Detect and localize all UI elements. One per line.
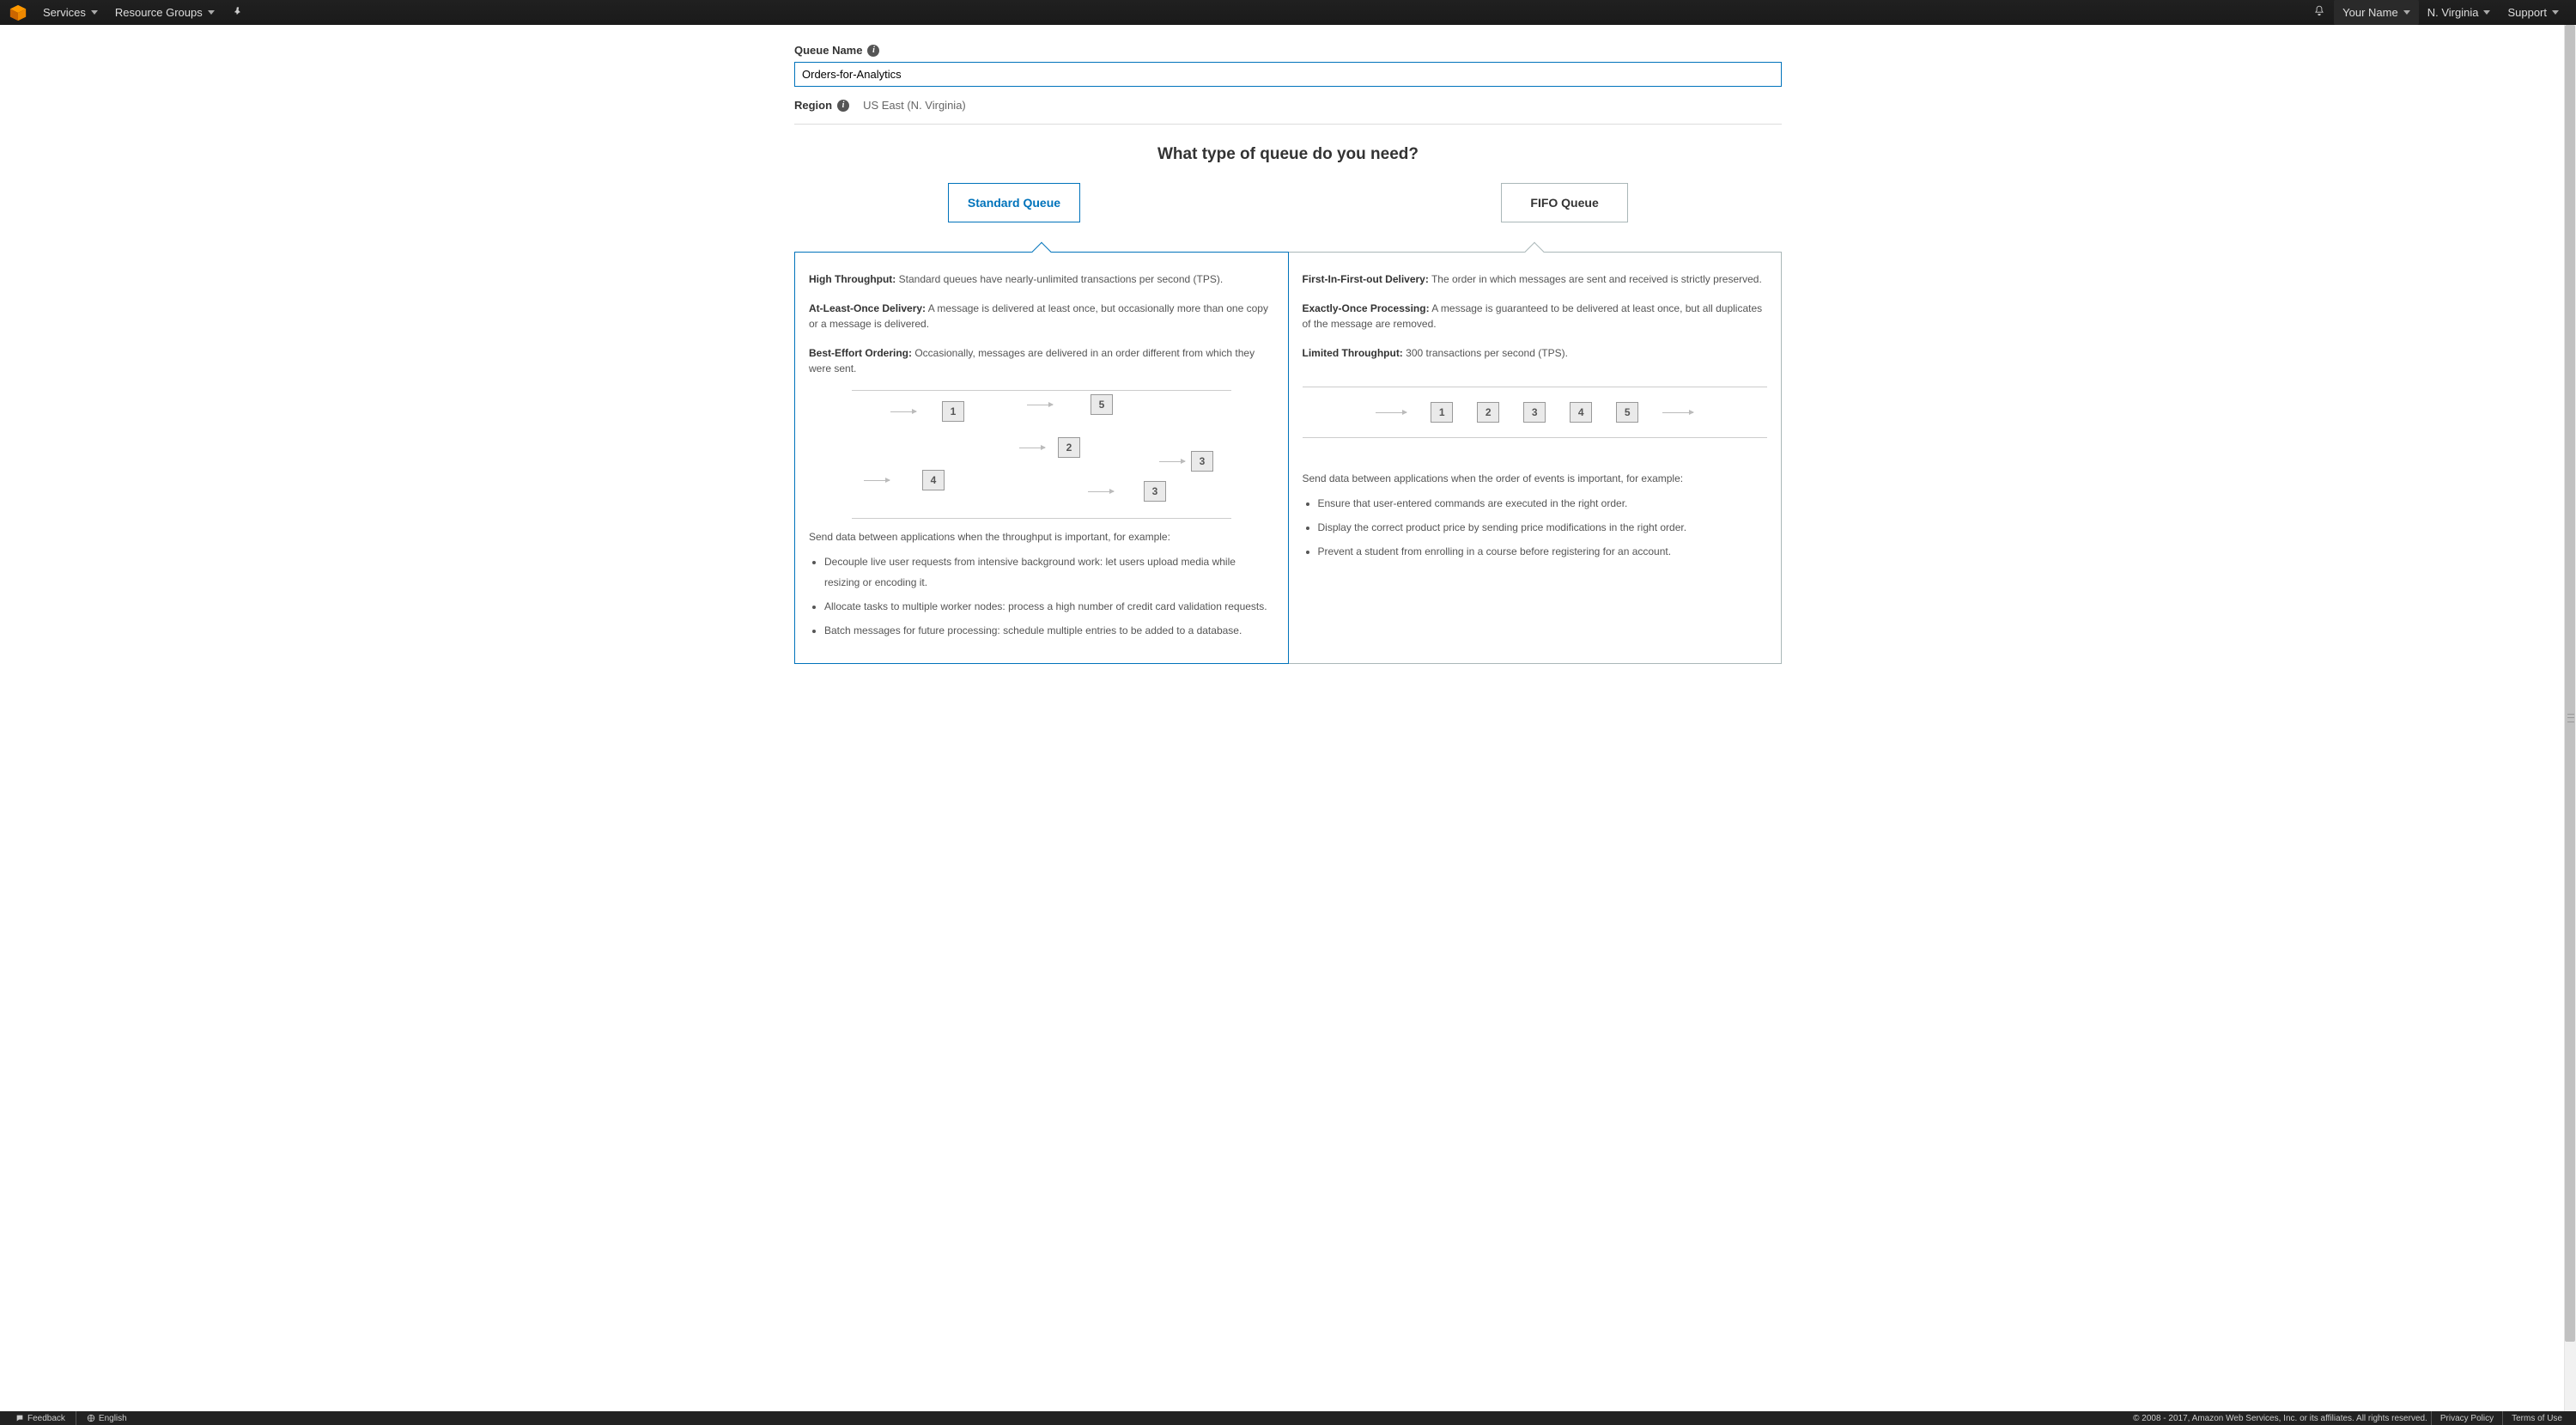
fifo-queue-button[interactable]: FIFO Queue: [1501, 183, 1628, 222]
standard-feature-throughput: High Throughput: Standard queues have ne…: [809, 271, 1274, 287]
account-menu[interactable]: Your Name: [2334, 0, 2419, 25]
cube-icon: [9, 3, 27, 22]
arrow-icon: [1088, 491, 1114, 492]
arrow-icon: [1159, 461, 1185, 462]
standard-usecase-list: Decouple live user requests from intensi…: [824, 551, 1274, 641]
globe-icon: [87, 1414, 95, 1422]
resource-groups-label: Resource Groups: [115, 6, 203, 19]
arrow-icon: [864, 480, 890, 481]
region-value: US East (N. Virginia): [863, 99, 966, 112]
region-label: Region i: [794, 99, 849, 112]
list-item: Decouple live user requests from intensi…: [824, 551, 1274, 593]
top-navbar: Services Resource Groups Your Name N. Vi…: [0, 0, 2576, 25]
fifo-feature-processing: Exactly-Once Processing: A message is gu…: [1303, 301, 1768, 332]
language-button[interactable]: English: [80, 1414, 134, 1423]
fifo-diagram: 1 2 3 4 5: [1303, 387, 1768, 438]
region-menu[interactable]: N. Virginia: [2419, 0, 2500, 25]
resource-groups-menu[interactable]: Resource Groups: [106, 0, 223, 25]
support-label: Support: [2507, 6, 2547, 19]
terms-link[interactable]: Terms of Use: [2506, 1414, 2567, 1423]
arrow-icon: [890, 411, 916, 412]
msg-box: 4: [1570, 402, 1592, 423]
standard-feature-ordering: Best-Effort Ordering: Occasionally, mess…: [809, 345, 1274, 376]
fifo-usecase-list: Ensure that user-entered commands are ex…: [1318, 493, 1768, 562]
standard-diagram: 1 5 2 3 4 3: [852, 390, 1231, 519]
msg-box: 4: [922, 470, 945, 490]
msg-box: 3: [1144, 481, 1166, 502]
list-item: Ensure that user-entered commands are ex…: [1318, 493, 1768, 514]
fifo-queue-panel: First-In-First-out Delivery: The order i…: [1289, 252, 1783, 664]
arrow-up-icon: [1525, 242, 1545, 262]
speech-bubble-icon: [15, 1414, 24, 1422]
region-label: N. Virginia: [2427, 6, 2479, 19]
queue-name-field: Queue Name i: [794, 44, 1782, 87]
list-item: Prevent a student from enrolling in a co…: [1318, 541, 1768, 562]
chevron-down-icon: [2552, 10, 2559, 15]
queue-type-heading: What type of queue do you need?: [794, 145, 1782, 164]
pin-button[interactable]: [223, 0, 252, 25]
msg-box: 2: [1477, 402, 1499, 423]
fifo-feature-throughput: Limited Throughput: 300 transactions per…: [1303, 345, 1768, 361]
divider: [794, 124, 1782, 125]
queue-compare-row: High Throughput: Standard queues have ne…: [794, 252, 1782, 664]
queue-name-label: Queue Name i: [794, 44, 879, 57]
notifications-button[interactable]: [2305, 0, 2334, 25]
chevron-down-icon: [2483, 10, 2490, 15]
standard-usecase-intro: Send data between applications when the …: [809, 531, 1274, 543]
list-item: Batch messages for future processing: sc…: [824, 620, 1274, 641]
msg-box: 1: [1431, 402, 1453, 423]
feedback-button[interactable]: Feedback: [9, 1414, 72, 1423]
info-icon[interactable]: i: [837, 100, 849, 112]
support-menu[interactable]: Support: [2499, 0, 2567, 25]
arrow-icon: [1376, 412, 1406, 413]
queue-name-input[interactable]: [794, 62, 1782, 87]
pin-icon: [232, 5, 244, 20]
msg-box: 5: [1616, 402, 1638, 423]
username-label: Your Name: [2342, 6, 2398, 19]
bell-icon: [2313, 5, 2325, 20]
footer: Feedback English © 2008 - 2017, Amazon W…: [0, 1411, 2576, 1425]
privacy-link[interactable]: Privacy Policy: [2435, 1414, 2499, 1423]
list-item: Display the correct product price by sen…: [1318, 517, 1768, 538]
msg-box: 3: [1191, 451, 1213, 472]
region-row: Region i US East (N. Virginia): [794, 99, 1782, 112]
chevron-down-icon: [208, 10, 215, 15]
fifo-usecase-intro: Send data between applications when the …: [1303, 472, 1768, 484]
msg-box: 1: [942, 401, 964, 422]
msg-box: 3: [1523, 402, 1546, 423]
arrow-icon: [1662, 412, 1693, 413]
scrollbar-grip: [2566, 708, 2576, 728]
services-label: Services: [43, 6, 86, 19]
arrow-up-icon: [1031, 242, 1051, 262]
standard-queue-button[interactable]: Standard Queue: [948, 183, 1080, 222]
fifo-feature-delivery: First-In-First-out Delivery: The order i…: [1303, 271, 1768, 287]
standard-queue-panel: High Throughput: Standard queues have ne…: [794, 252, 1289, 664]
copyright: © 2008 - 2017, Amazon Web Services, Inc.…: [2133, 1414, 2427, 1423]
aws-logo-icon[interactable]: [9, 3, 27, 22]
list-item: Allocate tasks to multiple worker nodes:…: [824, 596, 1274, 617]
chevron-down-icon: [2403, 10, 2410, 15]
queue-type-buttons: Standard Queue FIFO Queue: [794, 183, 1782, 222]
standard-feature-delivery: At-Least-Once Delivery: A message is del…: [809, 301, 1274, 332]
msg-box: 2: [1058, 437, 1080, 458]
msg-box: 5: [1091, 394, 1113, 415]
services-menu[interactable]: Services: [34, 0, 106, 25]
chevron-down-icon: [91, 10, 98, 15]
info-icon[interactable]: i: [867, 45, 879, 57]
